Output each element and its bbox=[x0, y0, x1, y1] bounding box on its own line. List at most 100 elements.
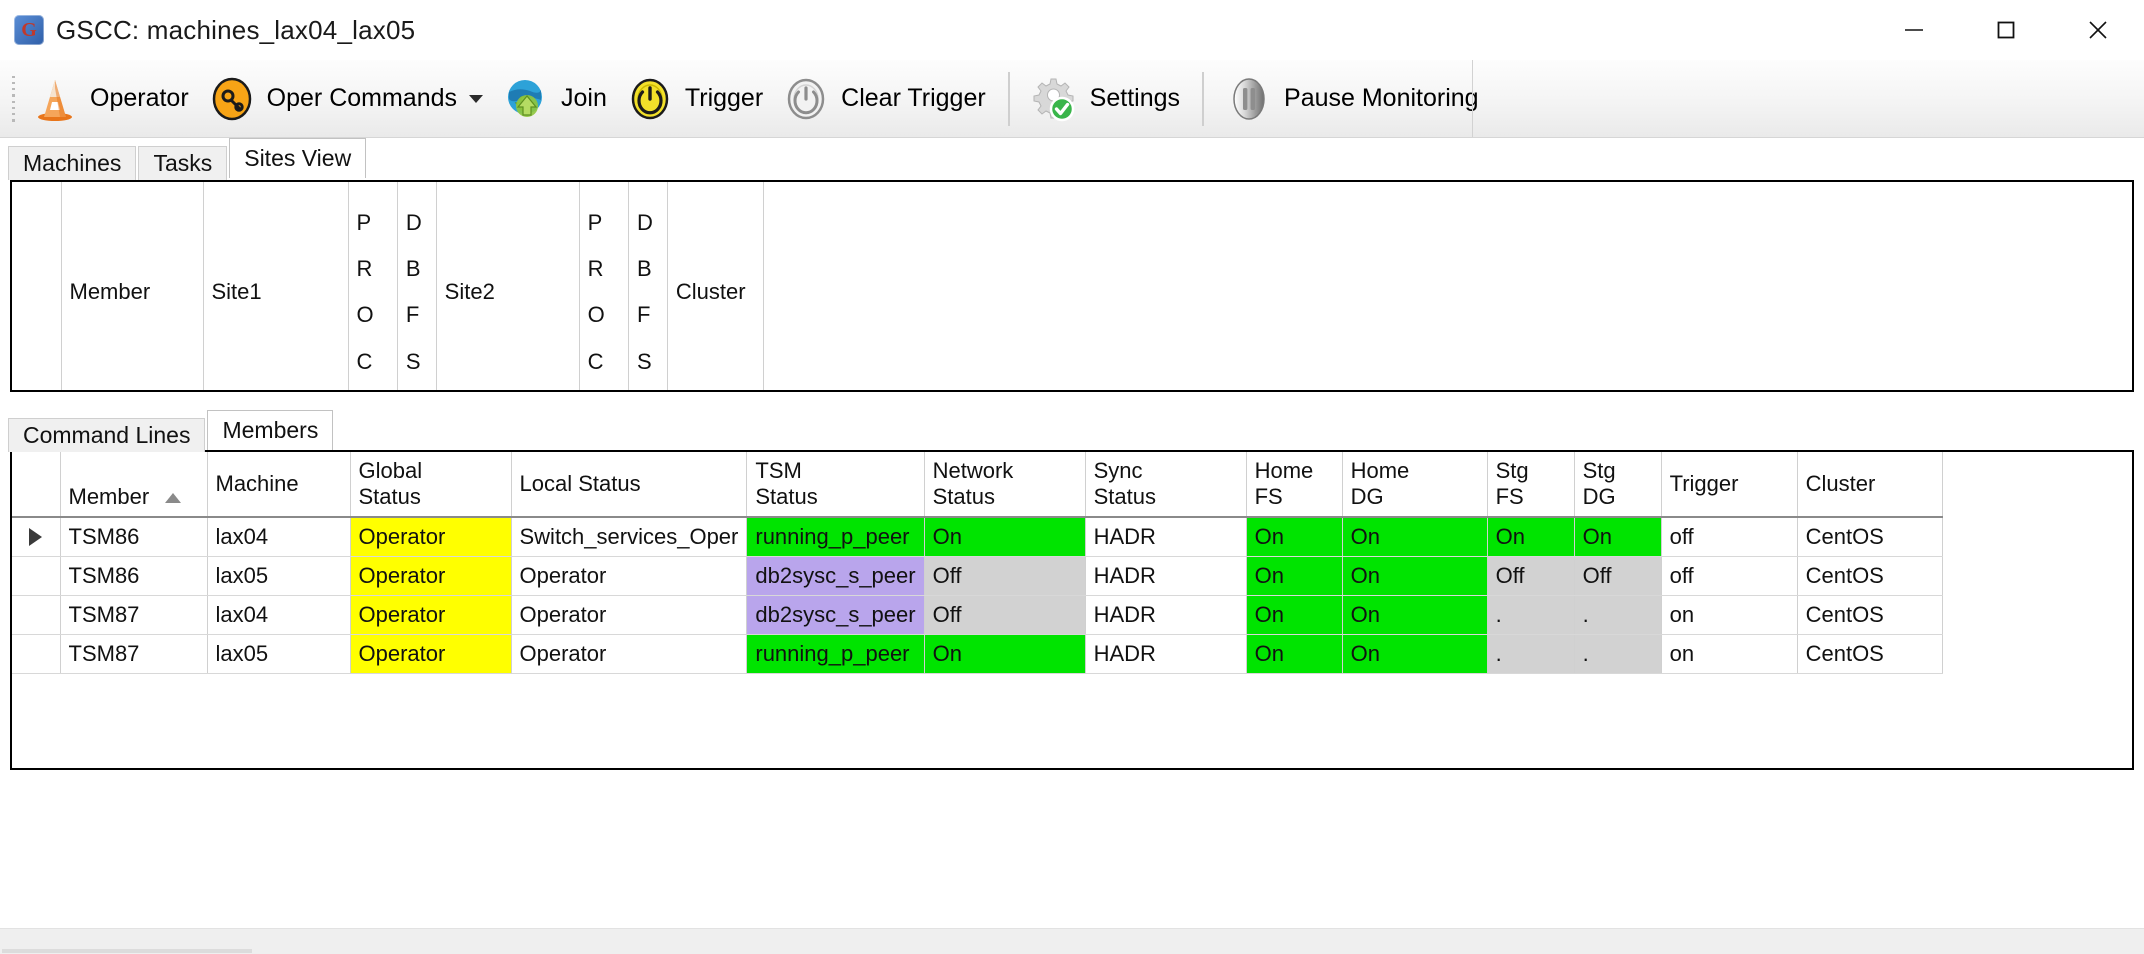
cell-local-status[interactable]: Switch_services_Oper bbox=[511, 517, 748, 557]
cell-home-dg[interactable]: On bbox=[1342, 634, 1488, 674]
sites-col-proc1[interactable]: P R O C bbox=[348, 182, 398, 390]
members-col-stg-fs[interactable]: Stg FS bbox=[1487, 452, 1575, 518]
tab-members[interactable]: Members bbox=[207, 410, 334, 450]
row-indicator[interactable] bbox=[12, 556, 61, 596]
table-row[interactable]: TSM86 lax05 Operator Operator db2sysc_s_… bbox=[12, 556, 1943, 596]
table-row[interactable]: TSM86 lax04 Operator Switch_services_Ope… bbox=[12, 517, 1943, 557]
cell-home-fs[interactable]: On bbox=[1246, 556, 1343, 596]
cell-member[interactable]: TSM86 bbox=[60, 517, 208, 557]
cell-stg-dg[interactable]: . bbox=[1574, 595, 1662, 635]
cell-member[interactable]: TSM86 bbox=[60, 556, 208, 596]
cell-home-dg[interactable]: On bbox=[1342, 556, 1488, 596]
members-col-cluster[interactable]: Cluster bbox=[1797, 452, 1943, 518]
cell-machine[interactable]: lax04 bbox=[207, 517, 351, 557]
cell-trigger[interactable]: on bbox=[1661, 634, 1798, 674]
cell-sync-status[interactable]: HADR bbox=[1085, 556, 1247, 596]
table-row[interactable]: TSM87 lax04 Operator Operator db2sysc_s_… bbox=[12, 595, 1943, 635]
cell-trigger[interactable]: off bbox=[1661, 556, 1798, 596]
members-col-tsm-status[interactable]: TSM Status bbox=[746, 452, 925, 518]
cell-sync-status[interactable]: HADR bbox=[1085, 517, 1247, 557]
tab-command-lines[interactable]: Command Lines bbox=[8, 418, 206, 452]
members-col-trigger[interactable]: Trigger bbox=[1661, 452, 1798, 518]
cell-tsm-status[interactable]: running_p_peer bbox=[746, 634, 925, 674]
cell-stg-dg[interactable]: Off bbox=[1574, 556, 1662, 596]
cell-home-fs[interactable]: On bbox=[1246, 634, 1343, 674]
cell-stg-fs[interactable]: Off bbox=[1487, 556, 1575, 596]
tab-sites-view[interactable]: Sites View bbox=[229, 138, 367, 178]
table-row[interactable]: TSM87 lax05 Operator Operator running_p_… bbox=[12, 634, 1943, 674]
settings-button[interactable]: Settings bbox=[1022, 68, 1190, 130]
cell-stg-dg[interactable]: . bbox=[1574, 634, 1662, 674]
cell-trigger[interactable]: off bbox=[1661, 517, 1798, 557]
row-indicator[interactable] bbox=[12, 517, 61, 557]
sites-col-site2[interactable]: Site2 bbox=[436, 182, 580, 390]
cell-tsm-status[interactable]: running_p_peer bbox=[746, 517, 925, 557]
chevron-down-icon[interactable] bbox=[469, 94, 484, 103]
trigger-button[interactable]: Trigger bbox=[617, 68, 773, 130]
cell-stg-fs[interactable]: . bbox=[1487, 634, 1575, 674]
maximize-button[interactable] bbox=[1960, 0, 2052, 60]
row-indicator[interactable] bbox=[12, 595, 61, 635]
join-button[interactable]: Join bbox=[493, 68, 617, 130]
cell-network-status[interactable]: On bbox=[924, 517, 1086, 557]
members-col-home-dg[interactable]: Home DG bbox=[1342, 452, 1488, 518]
cell-cluster[interactable]: CentOS bbox=[1797, 634, 1943, 674]
cell-trigger[interactable]: on bbox=[1661, 595, 1798, 635]
sites-col-proc2[interactable]: P R O C bbox=[579, 182, 630, 390]
minimize-button[interactable] bbox=[1868, 0, 1960, 60]
sites-col-dbfs1[interactable]: D B F S bbox=[397, 182, 437, 390]
cell-home-fs[interactable]: On bbox=[1246, 517, 1343, 557]
cell-cluster[interactable]: CentOS bbox=[1797, 595, 1943, 635]
oper-commands-label: Oper Commands bbox=[266, 84, 458, 112]
cell-cluster[interactable]: CentOS bbox=[1797, 556, 1943, 596]
members-col-network-status[interactable]: Network Status bbox=[924, 452, 1086, 518]
cell-machine[interactable]: lax05 bbox=[207, 634, 351, 674]
members-col-global-status[interactable]: Global Status bbox=[350, 452, 512, 518]
sites-col-dbfs2[interactable]: D B F S bbox=[628, 182, 668, 390]
sites-col-site1[interactable]: Site1 bbox=[203, 182, 349, 390]
cell-network-status[interactable]: Off bbox=[924, 556, 1086, 596]
oper-commands-button[interactable]: Oper Commands bbox=[199, 68, 493, 130]
cell-global-status[interactable]: Operator bbox=[350, 595, 512, 635]
cell-cluster[interactable]: CentOS bbox=[1797, 517, 1943, 557]
toolbar-gripper[interactable] bbox=[8, 75, 18, 122]
cell-network-status[interactable]: Off bbox=[924, 595, 1086, 635]
close-button[interactable] bbox=[2052, 0, 2144, 60]
panel-splitter[interactable] bbox=[0, 392, 2144, 410]
cell-stg-dg[interactable]: On bbox=[1574, 517, 1662, 557]
cell-tsm-status[interactable]: db2sysc_s_peer bbox=[746, 595, 925, 635]
cell-machine[interactable]: lax04 bbox=[207, 595, 351, 635]
members-col-stg-dg[interactable]: Stg DG bbox=[1574, 452, 1662, 518]
cell-global-status[interactable]: Operator bbox=[350, 517, 512, 557]
members-col-sync-status[interactable]: Sync Status bbox=[1085, 452, 1247, 518]
cell-stg-fs[interactable]: . bbox=[1487, 595, 1575, 635]
members-col-home-fs[interactable]: Home FS bbox=[1246, 452, 1343, 518]
members-col-member[interactable]: Member bbox=[60, 452, 208, 518]
cell-member[interactable]: TSM87 bbox=[60, 595, 208, 635]
cell-local-status[interactable]: Operator bbox=[511, 634, 748, 674]
members-col-machine[interactable]: Machine bbox=[207, 452, 351, 518]
operator-button[interactable]: Operator bbox=[22, 68, 199, 130]
row-indicator[interactable] bbox=[12, 634, 61, 674]
cell-stg-fs[interactable]: On bbox=[1487, 517, 1575, 557]
clear-trigger-button[interactable]: Clear Trigger bbox=[773, 68, 996, 130]
cell-tsm-status[interactable]: db2sysc_s_peer bbox=[746, 556, 925, 596]
tab-machines[interactable]: Machines bbox=[8, 146, 137, 180]
cell-network-status[interactable]: On bbox=[924, 634, 1086, 674]
tab-tasks[interactable]: Tasks bbox=[138, 146, 228, 180]
cell-global-status[interactable]: Operator bbox=[350, 556, 512, 596]
cell-global-status[interactable]: Operator bbox=[350, 634, 512, 674]
cell-home-fs[interactable]: On bbox=[1246, 595, 1343, 635]
cell-sync-status[interactable]: HADR bbox=[1085, 634, 1247, 674]
cell-sync-status[interactable]: HADR bbox=[1085, 595, 1247, 635]
cell-home-dg[interactable]: On bbox=[1342, 517, 1488, 557]
cell-local-status[interactable]: Operator bbox=[511, 556, 748, 596]
cell-local-status[interactable]: Operator bbox=[511, 595, 748, 635]
cell-member[interactable]: TSM87 bbox=[60, 634, 208, 674]
pause-monitoring-button[interactable]: Pause Monitoring bbox=[1216, 68, 1489, 130]
sites-col-member[interactable]: Member bbox=[61, 182, 204, 390]
cell-machine[interactable]: lax05 bbox=[207, 556, 351, 596]
cell-home-dg[interactable]: On bbox=[1342, 595, 1488, 635]
sites-col-cluster[interactable]: Cluster bbox=[667, 182, 764, 390]
members-col-local-status[interactable]: Local Status bbox=[511, 452, 748, 518]
